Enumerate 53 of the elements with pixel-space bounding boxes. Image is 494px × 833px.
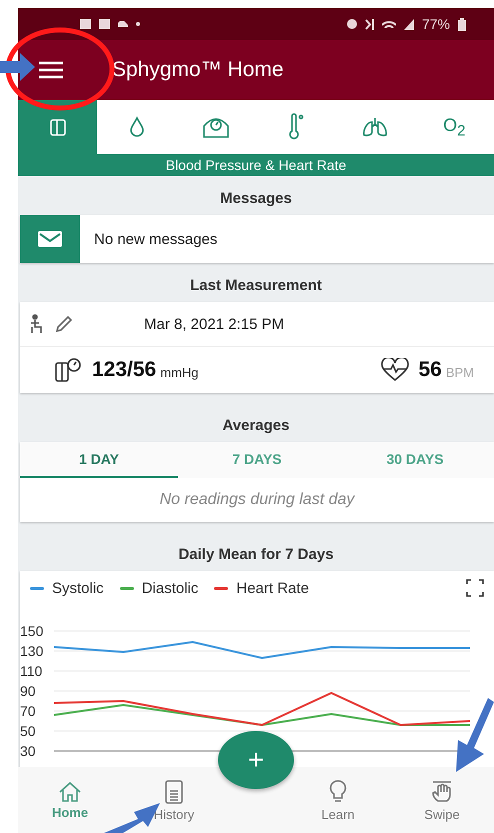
battery-icon xyxy=(458,18,466,30)
axis-tick-label: 150 xyxy=(20,623,44,639)
fullscreen-icon[interactable] xyxy=(466,579,484,597)
pencil-icon xyxy=(54,314,74,334)
envelope-icon xyxy=(37,230,63,248)
document-icon xyxy=(164,778,184,804)
battery-percent: 77% xyxy=(422,16,450,32)
lightbulb-icon xyxy=(328,778,348,804)
section-heading: Messages xyxy=(219,189,293,209)
pulse-unit: BPM xyxy=(446,365,474,380)
section-heading: Daily Mean for 7 Days xyxy=(177,545,335,565)
section-heading: Averages xyxy=(222,416,290,436)
empty-averages-text: No readings during last day xyxy=(158,490,356,510)
blood-pressure-value: 123/56 xyxy=(92,358,156,382)
nav-tab[interactable]: Home xyxy=(18,780,122,820)
drop-icon xyxy=(128,116,145,138)
messages-text: No new messages xyxy=(94,230,218,248)
blood-pressure-icon xyxy=(48,117,67,137)
category-tab[interactable] xyxy=(18,100,98,154)
photo-icon xyxy=(99,19,110,29)
nav-tab[interactable]: Swipe xyxy=(390,778,494,822)
signal-icon xyxy=(404,18,414,30)
axis-tick-label: 50 xyxy=(20,723,36,739)
period-tab[interactable]: 7 DAYS xyxy=(178,442,336,478)
oxygen-label: O$_{2}$ xyxy=(443,114,466,140)
legend-label: Diastolic xyxy=(142,580,198,596)
axis-tick-label: 90 xyxy=(20,683,36,699)
measurement-date: Mar 8, 2021 2:15 PM xyxy=(144,316,284,332)
axis-tick-label: 130 xyxy=(20,643,44,659)
axis-tick-label: 110 xyxy=(20,663,42,679)
heart-pulse-icon xyxy=(380,358,410,382)
axis-tick-label: 70 xyxy=(20,703,36,719)
arrow-annotation xyxy=(0,52,36,82)
category-caption: Blood Pressure & Heart Rate xyxy=(166,157,346,173)
legend-label: Heart Rate xyxy=(236,580,309,596)
home-icon xyxy=(58,780,82,802)
cloud-icon xyxy=(118,21,128,27)
lungs-icon xyxy=(360,116,389,138)
image-icon xyxy=(80,19,91,29)
dot-icon xyxy=(136,22,140,26)
mute-icon xyxy=(364,18,374,30)
thermometer-icon xyxy=(286,113,305,141)
section-heading: Last Measurement xyxy=(189,276,323,296)
period-tab[interactable]: 30 DAYS xyxy=(336,442,494,478)
app-title: Sphygmo™ Home xyxy=(112,58,284,82)
wifi-icon xyxy=(382,20,396,28)
pulse-value: 56 xyxy=(418,358,442,382)
period-tab[interactable]: 1 DAY xyxy=(20,442,178,478)
blood-pressure-gauge-icon xyxy=(54,357,84,383)
legend-label: Systolic xyxy=(52,580,104,596)
axis-tick-label: 30 xyxy=(20,743,36,759)
alarm-icon xyxy=(346,19,357,29)
pressure-unit: mmHg xyxy=(160,365,199,380)
